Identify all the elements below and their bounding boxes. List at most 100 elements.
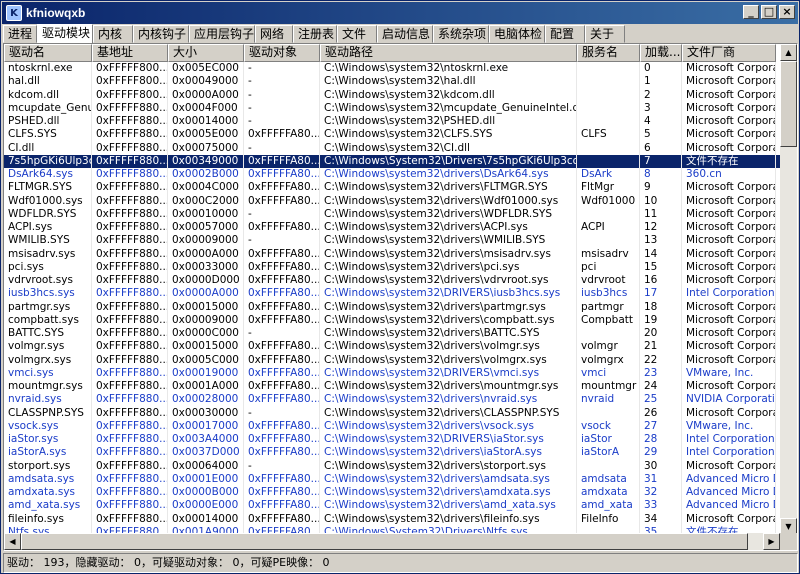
horizontal-scrollbar[interactable]: ◀ ▶ [4,533,780,550]
table-cell: Microsoft Corporatio [682,115,776,129]
minimize-button[interactable]: _ [743,5,759,19]
table-cell: 0xFFFFFA80... [244,154,320,168]
tab-10[interactable]: 电脑体检 [489,25,545,43]
tab-3[interactable]: 内核钩子 [133,25,189,43]
table-row[interactable]: mcupdate_Genu...0xFFFFF880...0x0004F000-… [4,101,780,115]
table-row[interactable]: BATTC.SYS 0xFFFFF880... 0x0000C000- C:\Wind… [4,327,780,341]
maximize-button[interactable]: □ [761,5,777,19]
horizontal-scroll-thumb[interactable] [21,533,748,550]
column-header[interactable]: 驱动对象 [244,44,320,62]
table-cell: 29 [640,446,682,460]
table-row[interactable]: WDFLDR.SYS 0xFFFFF880... 0x00010000- C:\Win… [4,207,780,221]
column-header[interactable]: 文件厂商 [682,44,776,62]
scroll-left-arrow-icon[interactable]: ◀ [4,533,21,550]
table-cell: 0xFFFFFA80... [244,247,320,261]
table-cell: 0xFFFFF880... [92,499,168,513]
table-cell: Microsoft Corporatio [682,88,776,102]
table-cell: 7s5hpGKi6Ulp3c... [4,154,92,168]
table-cell: CI.dll [4,141,92,155]
table-row[interactable]: CLASSPNP.SYS 0xFFFFF880... 0x00030000- C:\W… [4,406,780,420]
table-row[interactable]: kdcom.dll 0xFFFFF800... 0x0000A000- C:\Wind… [4,88,780,102]
table-cell: C:\Windows\system32\drivers\vsock.sys [320,419,577,433]
table-row[interactable]: amdxata.sys 0xFFFFF880... 0x0000B000 0xFFFF… [4,486,780,500]
tab-6[interactable]: 注册表 [293,25,337,43]
table-cell: 0xFFFFF880... [92,128,168,142]
close-button[interactable]: × [779,5,795,19]
tab-5[interactable]: 网络 [255,25,293,43]
column-header[interactable]: 服务名 [577,44,640,62]
table-cell: 0x0000A000 [168,88,244,102]
table-row[interactable]: fileinfo.sys 0xFFFFF880... 0x00014000 0xFFF… [4,512,780,526]
table-row[interactable]: amd_xata.sys 0xFFFFF880... 0x0000E000 0xFFF… [4,499,780,513]
table-row[interactable]: pci.sys 0xFFFFF880... 0x00033000 0xFFFFFA80… [4,260,780,274]
table-row[interactable]: amdsata.sys 0xFFFFF880... 0x0001E000 0xFFFF… [4,472,780,486]
table-row[interactable]: 7s5hpGKi6Ulp3c...0xFFFFF880...0x00349000… [4,154,780,168]
table-row[interactable]: compbatt.sys 0xFFFFF880... 0x00009000 0xFFF… [4,313,780,327]
table-row[interactable]: ntoskrnl.exe 0xFFFFF800... 0x005EC000- C:\W… [4,62,780,76]
scroll-corner [780,533,797,550]
table-row[interactable]: volmgr.sys 0xFFFFF880... 0x00015000 0xFFFFF… [4,340,780,354]
table-cell: 7 [640,154,682,168]
table-row[interactable]: vmci.sys 0xFFFFF880... 0x00019000 0xFFFFFA8… [4,366,780,380]
tab-0[interactable]: 进程 [3,25,37,43]
tab-1[interactable]: 驱动模块 [37,24,93,43]
table-cell: amd_xata [577,499,640,513]
table-cell: C:\Windows\system32\drivers\WDFLDR.SYS [320,207,577,221]
table-cell: Microsoft Corporatio [682,75,776,89]
tab-2[interactable]: 内核 [93,25,133,43]
vertical-scrollbar[interactable]: ▲ ▼ [780,44,797,535]
table-row[interactable]: DsArk64.sys 0xFFFFF880... 0x0002B000 0xFFFF… [4,168,780,182]
scroll-up-arrow-icon[interactable]: ▲ [780,44,797,61]
table-row[interactable]: msisadrv.sys 0xFFFFF880... 0x0000A000 0xFFF… [4,247,780,261]
table-cell: C:\Windows\system32\drivers\amdxata.sys [320,486,577,500]
table-row[interactable]: iusb3hcs.sys 0xFFFFF880... 0x0000A000 0xFFF… [4,287,780,301]
table-row[interactable]: PSHED.dll 0xFFFFF880... 0x00014000- C:\Wind… [4,115,780,129]
column-header[interactable]: 大小 [168,44,244,62]
table-cell: C:\Windows\system32\DRIVERS\iaStor.sys [320,433,577,447]
table-row[interactable]: CI.dll 0xFFFFF880... 0x00075000- C:\Windows… [4,141,780,155]
table-row[interactable]: vsock.sys 0xFFFFF880... 0x00017000 0xFFFFFA… [4,419,780,433]
table-cell: 0xFFFFF880... [92,472,168,486]
scroll-right-arrow-icon[interactable]: ▶ [763,533,780,550]
tab-4[interactable]: 应用层钩子 [189,25,255,43]
table-row[interactable]: Wdf01000.sys 0xFFFFF880... 0x000C2000 0xFFF… [4,194,780,208]
table-cell: Microsoft Corporatio [682,221,776,235]
table-cell: - [244,115,320,129]
column-header[interactable]: 驱动名 [4,44,92,62]
table-row[interactable]: mountmgr.sys 0xFFFFF880... 0x0001A000 0xFFF… [4,380,780,394]
table-cell: 0x0004F000 [168,101,244,115]
table-cell: C:\Windows\system32\drivers\pci.sys [320,260,577,274]
table-row[interactable]: storport.sys 0xFFFFF880... 0x00064000- C:\W… [4,459,780,473]
table-row[interactable]: nvraid.sys 0xFFFFF880... 0x00028000 0xFFFFF… [4,393,780,407]
table-row[interactable]: volmgrx.sys 0xFFFFF880... 0x0005C000 0xFFFF… [4,353,780,367]
table-cell: 21 [640,340,682,354]
table-row[interactable]: iaStor.sys 0xFFFFF880... 0x003A4000 0xFFFFF… [4,433,780,447]
table-cell: 0xFFFFFA80... [244,128,320,142]
table-cell: Microsoft Corporatio [682,300,776,314]
table-cell: 0x0037D000 [168,446,244,460]
table-cell: C:\Windows\system32\mcupdate_GenuineInte… [320,101,577,115]
table-cell: C:\Windows\System32\Drivers\7s5hpGKi6Ulp… [320,154,577,168]
table-row[interactable]: partmgr.sys 0xFFFFF880... 0x00015000 0xFFFF… [4,300,780,314]
column-header[interactable]: 加载... [640,44,682,62]
table-cell: vdrvroot.sys [4,274,92,288]
table-row[interactable]: ACPI.sys 0xFFFFF880... 0x00057000 0xFFFFFA8… [4,221,780,235]
table-row[interactable]: WMILIB.SYS 0xFFFFF880... 0x00009000- C:\Win… [4,234,780,248]
tab-9[interactable]: 系统杂项 [433,25,489,43]
table-row[interactable]: FLTMGR.SYS 0xFFFFF880... 0x0004C000 0xFFFFF… [4,181,780,195]
column-header[interactable]: 驱动路径 [320,44,577,62]
tab-12[interactable]: 关于 [585,25,625,43]
table-cell: C:\Windows\system32\drivers\volmgr.sys [320,340,577,354]
tab-11[interactable]: 配置 [545,25,585,43]
table-row[interactable]: vdrvroot.sys 0xFFFFF880... 0x0000D000 0xFFF… [4,274,780,288]
table-row[interactable]: iaStorA.sys 0xFFFFF880... 0x0037D000 0xFFFF… [4,446,780,460]
table-cell: 0xFFFFF880... [92,406,168,420]
tab-7[interactable]: 文件 [337,25,377,43]
column-header[interactable]: 基地址 [92,44,168,62]
table-row[interactable]: hal.dll 0xFFFFF800... 0x00049000- C:\Window… [4,75,780,89]
title-bar[interactable]: K kfniowqxb _ □ × [2,2,798,24]
tab-8[interactable]: 启动信息 [377,25,433,43]
table-row[interactable]: CLFS.SYS 0xFFFFF880... 0x0005E000 0xFFFFFA8… [4,128,780,142]
table-cell: nvraid.sys [4,393,92,407]
scroll-thumb[interactable] [780,61,797,147]
